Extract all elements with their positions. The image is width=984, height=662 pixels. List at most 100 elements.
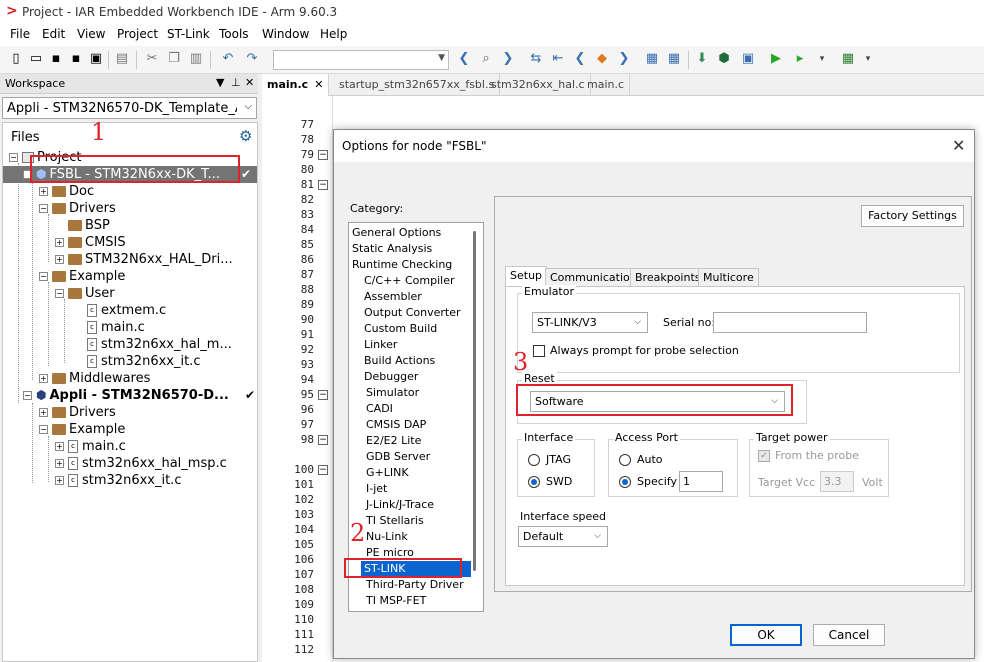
- specify-radio[interactable]: [619, 476, 631, 488]
- stop-build-icon[interactable]: ▣: [740, 51, 756, 67]
- category-item[interactable]: General Options: [352, 225, 441, 241]
- tab-main-c-2[interactable]: main.c: [582, 74, 631, 96]
- category-item[interactable]: J-Link/J-Trace: [366, 497, 434, 513]
- pin-icon[interactable]: ⊥: [231, 76, 241, 89]
- tree-appli[interactable]: − ⬢ Appli - STM32N6570-D... ✔: [23, 387, 257, 404]
- expand-icon[interactable]: +: [39, 374, 48, 383]
- category-item[interactable]: E2/E2 Lite: [366, 433, 421, 449]
- tab-setup[interactable]: Setup: [505, 266, 548, 287]
- menu-tools[interactable]: Tools: [219, 27, 249, 41]
- menu-help[interactable]: Help: [320, 27, 347, 41]
- fold-toggle-icon[interactable]: −: [318, 435, 328, 445]
- tree-appli-it[interactable]: + c stm32n6xx_it.c: [55, 472, 181, 489]
- tree-it-c[interactable]: c stm32n6xx_it.c: [87, 353, 200, 370]
- tab-main-c[interactable]: main.c ✕: [262, 74, 330, 96]
- find-combo[interactable]: ▼: [273, 50, 449, 70]
- expand-icon[interactable]: +: [39, 408, 48, 417]
- expand-icon[interactable]: +: [55, 238, 64, 247]
- expand-icon[interactable]: +: [55, 459, 64, 468]
- collapse-icon[interactable]: −: [23, 391, 32, 400]
- serial-input[interactable]: [713, 312, 867, 333]
- close-icon[interactable]: ✕: [952, 136, 965, 155]
- jtag-radio[interactable]: [528, 454, 540, 466]
- category-list[interactable]: General Options Static Analysis Runtime …: [348, 222, 484, 612]
- print-icon[interactable]: ▤: [114, 51, 130, 67]
- tab-startup-fsbl[interactable]: startup_stm32n657xx_fsbl.s: [334, 74, 501, 96]
- collapse-icon[interactable]: −: [9, 153, 18, 162]
- collapse-icon[interactable]: −: [39, 425, 48, 434]
- interface-speed-select[interactable]: Default ⌵: [518, 526, 608, 547]
- redo-icon[interactable]: ↷: [244, 51, 260, 67]
- category-item[interactable]: Static Analysis: [352, 241, 432, 257]
- gear-icon[interactable]: ⚙: [239, 127, 252, 145]
- compile-icon[interactable]: ▦: [644, 51, 660, 67]
- fold-toggle-icon[interactable]: −: [318, 465, 328, 475]
- category-item[interactable]: Debugger: [364, 369, 418, 385]
- category-item[interactable]: Assembler: [364, 289, 422, 305]
- fold-toggle-icon[interactable]: −: [318, 180, 328, 190]
- category-item[interactable]: Custom Build: [364, 321, 437, 337]
- tab-breakpoints[interactable]: Breakpoints: [630, 268, 706, 287]
- category-item[interactable]: GDB Server: [366, 449, 430, 465]
- tree-extmem[interactable]: c extmem.c: [87, 302, 166, 319]
- tree-bsp[interactable]: BSP: [68, 217, 110, 234]
- dropdown-icon[interactable]: ▼: [216, 76, 224, 89]
- category-item[interactable]: TI Stellaris: [366, 513, 424, 529]
- from-probe-checkbox[interactable]: ✓: [758, 450, 770, 462]
- category-item[interactable]: CADI: [366, 401, 393, 417]
- paste-icon[interactable]: ▥: [188, 51, 204, 67]
- swd-radio[interactable]: [528, 476, 540, 488]
- category-item[interactable]: Output Converter: [364, 305, 461, 321]
- category-item[interactable]: C/C++ Compiler: [364, 273, 455, 289]
- open-file-icon[interactable]: ▭: [28, 51, 44, 67]
- tree-cmsis[interactable]: + CMSIS: [55, 234, 126, 251]
- workspace-config-select[interactable]: Appli - STM32N6570-DK_Template_Appli ⌵: [2, 97, 257, 119]
- save-icon[interactable]: ▪: [48, 51, 64, 67]
- expand-icon[interactable]: +: [55, 255, 64, 264]
- save-all-icon[interactable]: ▪: [68, 51, 84, 67]
- tree-hal-msp[interactable]: c stm32n6xx_hal_m...: [87, 336, 232, 353]
- tree-appli-main[interactable]: + c main.c: [55, 438, 126, 455]
- category-item[interactable]: TI MSP-FET: [366, 593, 426, 609]
- collapse-icon[interactable]: −: [39, 272, 48, 281]
- tree-middlewares[interactable]: + Middlewares: [39, 370, 150, 387]
- toolbar-overflow-icon[interactable]: ▾: [860, 51, 876, 67]
- menu-window[interactable]: Window: [262, 27, 309, 41]
- access-port-input[interactable]: 1: [679, 471, 723, 492]
- menu-st-link[interactable]: ST-Link: [167, 27, 210, 41]
- tree-user[interactable]: − User: [55, 285, 115, 302]
- expand-icon[interactable]: +: [55, 442, 64, 451]
- menu-file[interactable]: File: [10, 27, 30, 41]
- layout-icon[interactable]: ▦: [840, 51, 856, 67]
- undo-icon[interactable]: ↶: [220, 51, 236, 67]
- tree-appli-hal-msp[interactable]: + c stm32n6xx_hal_msp.c: [55, 455, 227, 472]
- collapse-icon[interactable]: −: [39, 204, 48, 213]
- menu-view[interactable]: View: [77, 27, 105, 41]
- tree-doc[interactable]: + Doc: [39, 183, 94, 200]
- debug-icon[interactable]: ▶: [768, 51, 784, 67]
- category-item[interactable]: Nu-Link: [366, 529, 408, 545]
- factory-settings-button[interactable]: Factory Settings: [861, 205, 964, 227]
- back-icon[interactable]: ❮: [572, 51, 588, 67]
- category-item[interactable]: CMSIS DAP: [366, 417, 426, 433]
- tree-appli-drivers[interactable]: + Drivers: [39, 404, 116, 421]
- tree-drivers[interactable]: − Drivers: [39, 200, 116, 217]
- tree-example[interactable]: − Example: [39, 268, 125, 285]
- tree-appli-example[interactable]: − Example: [39, 421, 125, 438]
- close-icon[interactable]: ✕: [245, 76, 254, 89]
- category-item[interactable]: I-jet: [366, 481, 387, 497]
- forward-icon[interactable]: ❯: [616, 51, 632, 67]
- always-prompt-checkbox[interactable]: [533, 345, 545, 357]
- category-item[interactable]: Linker: [364, 337, 397, 353]
- fold-toggle-icon[interactable]: −: [318, 150, 328, 160]
- search-icon[interactable]: ⌕: [478, 51, 494, 67]
- tab-multicore[interactable]: Multicore: [698, 268, 759, 287]
- make-icon[interactable]: ▦: [666, 51, 682, 67]
- cut-icon[interactable]: ✂: [144, 51, 160, 67]
- auto-radio[interactable]: [619, 454, 631, 466]
- find-next-icon[interactable]: ❯: [500, 51, 516, 67]
- close-icon[interactable]: ✕: [314, 78, 323, 91]
- close-file-icon[interactable]: ▣: [88, 51, 104, 67]
- expand-icon[interactable]: +: [55, 476, 64, 485]
- menu-edit[interactable]: Edit: [42, 27, 65, 41]
